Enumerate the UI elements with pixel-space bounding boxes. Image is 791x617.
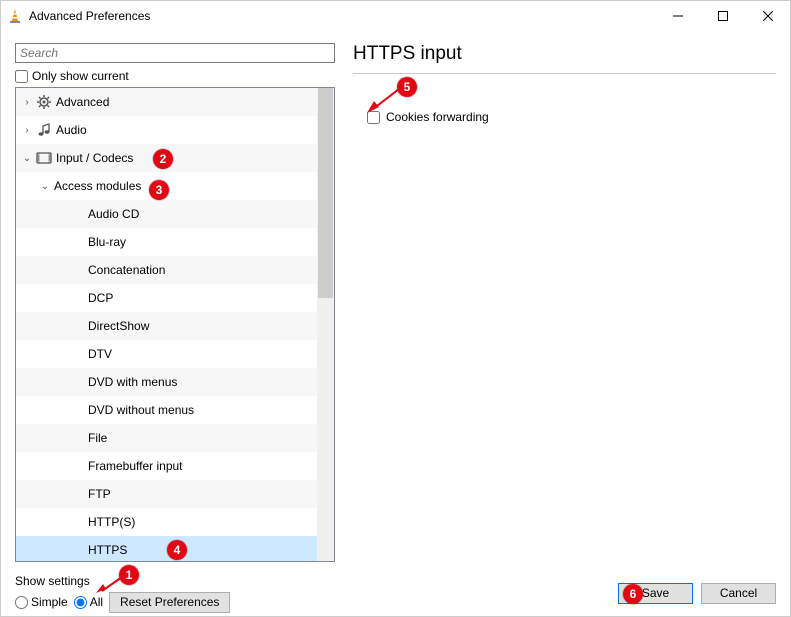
- all-radio[interactable]: [74, 596, 87, 609]
- tree-item-label: DVD without menus: [86, 403, 194, 417]
- annotation-5: 5: [397, 77, 417, 97]
- cookies-forwarding-label: Cookies forwarding: [386, 110, 489, 124]
- tree-item[interactable]: Framebuffer input: [16, 452, 317, 480]
- only-show-current-checkbox[interactable]: [15, 70, 28, 83]
- tree-item-label: Audio CD: [86, 207, 139, 221]
- tree-item-label: HTTPS: [86, 543, 127, 557]
- tree-item-label: DVD with menus: [86, 375, 177, 389]
- tree-item[interactable]: Audio CD: [16, 200, 317, 228]
- annotation-3: 3: [149, 180, 169, 200]
- reset-preferences-button[interactable]: Reset Preferences: [109, 592, 230, 613]
- minimize-button[interactable]: [655, 1, 700, 31]
- all-radio-text: All: [90, 595, 103, 609]
- tree-item[interactable]: FTP: [16, 480, 317, 508]
- simple-radio-label[interactable]: Simple: [15, 595, 68, 609]
- tree-item[interactable]: › Audio: [16, 116, 317, 144]
- tree-item[interactable]: DirectShow: [16, 312, 317, 340]
- tree-scrollbar[interactable]: [317, 88, 334, 561]
- scrollbar-thumb[interactable]: [318, 88, 333, 298]
- tree-item-label: FTP: [86, 487, 111, 501]
- titlebar: Advanced Preferences: [1, 1, 790, 31]
- left-pane: Only show current › Advanced › Audio ⌄ Input …: [15, 43, 335, 570]
- tree-item[interactable]: Blu-ray: [16, 228, 317, 256]
- tree-item[interactable]: DTV: [16, 340, 317, 368]
- all-radio-label[interactable]: All: [74, 595, 103, 609]
- note-icon: [34, 122, 54, 138]
- tree-item[interactable]: › Advanced: [16, 88, 317, 116]
- chevron-down-icon[interactable]: ⌄: [38, 181, 52, 192]
- content-area: Only show current › Advanced › Audio ⌄ Input …: [1, 31, 790, 616]
- annotation-arrow-5: [365, 87, 401, 115]
- tree-item-label: Framebuffer input: [86, 459, 183, 473]
- chevron-right-icon[interactable]: ›: [20, 97, 34, 108]
- window-controls: [655, 1, 790, 31]
- only-show-current-row: Only show current: [15, 69, 335, 83]
- tree-item-label: DCP: [86, 291, 113, 305]
- tree-item[interactable]: DVD without menus: [16, 396, 317, 424]
- tree-item-label: Access modules: [52, 179, 141, 193]
- vlc-cone-icon: [7, 8, 23, 24]
- cancel-button[interactable]: Cancel: [701, 583, 776, 604]
- tree-item[interactable]: Concatenation: [16, 256, 317, 284]
- close-button[interactable]: [745, 1, 790, 31]
- chevron-down-icon[interactable]: ⌄: [20, 153, 34, 164]
- annotation-4: 4: [167, 540, 187, 560]
- tree-item[interactable]: DCP: [16, 284, 317, 312]
- chevron-right-icon[interactable]: ›: [20, 125, 34, 136]
- tree-item-label: DTV: [86, 347, 112, 361]
- tree-item[interactable]: HTTP(S): [16, 508, 317, 536]
- tree-item[interactable]: File: [16, 424, 317, 452]
- tree-item-label: Blu-ray: [86, 235, 126, 249]
- simple-radio-text: Simple: [31, 595, 68, 609]
- tree-item-label: Audio: [54, 123, 87, 137]
- tree-item-label: DirectShow: [86, 319, 149, 333]
- tree-container: ›Advanced›Audio⌄Input / Codecs⌄Access mo…: [15, 87, 335, 562]
- tree-item[interactable]: DVD with menus: [16, 368, 317, 396]
- tree-item-label: File: [86, 431, 107, 445]
- tree-item-label: Advanced: [54, 95, 109, 109]
- right-pane: HTTPS input Cookies forwarding: [353, 43, 776, 570]
- annotation-6: 6: [623, 584, 643, 604]
- window-frame: Advanced Preferences Only show current ›…: [0, 0, 791, 617]
- tree-item-label: Input / Codecs: [54, 151, 133, 165]
- search-input[interactable]: [15, 43, 335, 63]
- section-divider: [353, 73, 776, 74]
- annotation-2: 2: [153, 149, 173, 169]
- codec-icon: [34, 150, 54, 166]
- gear-icon: [34, 94, 54, 110]
- tree-item-label: Concatenation: [86, 263, 165, 277]
- window-title: Advanced Preferences: [29, 9, 655, 23]
- cookies-forwarding-row: Cookies forwarding: [367, 110, 776, 124]
- section-title: HTTPS input: [353, 43, 776, 65]
- annotation-1: 1: [119, 565, 139, 585]
- simple-radio[interactable]: [15, 596, 28, 609]
- maximize-button[interactable]: [700, 1, 745, 31]
- tree-item-label: HTTP(S): [86, 515, 135, 529]
- only-show-current-label: Only show current: [32, 69, 129, 83]
